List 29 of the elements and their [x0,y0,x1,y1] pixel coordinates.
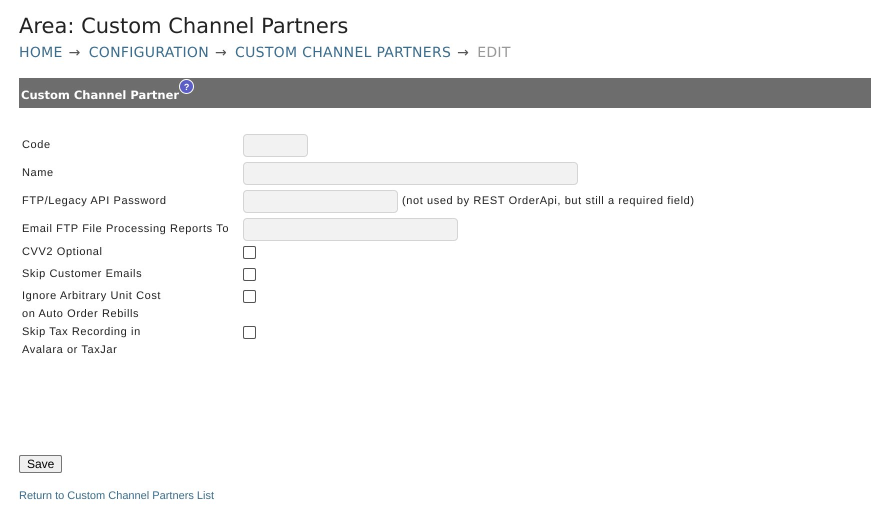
save-button[interactable]: Save [19,455,62,473]
field-label: Skip Customer Emails [22,267,144,282]
field-label: CVV2 Optional [22,245,104,260]
field-label: Code [22,138,52,153]
checkbox[interactable] [243,246,256,259]
field-label: FTP/Legacy API Password [22,194,168,209]
field-label: Skip Tax Recording in Avalara or TaxJar [22,325,142,358]
breadcrumb-link[interactable]: CUSTOM CHANNEL PARTNERS [235,45,452,61]
field-note: (not used by REST OrderApi, but still a required field) [402,195,695,207]
return-link[interactable]: Return to Custom Channel Partners List [19,490,214,502]
checkbox[interactable] [243,268,256,281]
breadcrumb-link[interactable]: CONFIGURATION [88,45,209,61]
field-label: Email FTP File Processing Reports To [22,222,230,237]
input-field[interactable] [243,134,308,156]
input-field[interactable] [243,190,398,212]
checkbox[interactable] [243,326,256,339]
breadcrumb-arrow: → [214,45,228,61]
checkbox[interactable] [243,290,256,303]
field-label: Name [22,166,55,181]
page-title: Area: Custom Channel Partners [19,13,350,40]
panel-title: Custom Channel Partner [21,88,180,102]
current-page-label: EDIT [477,45,511,61]
field-label: Ignore Arbitrary Unit Cost on Auto Order Rebills [22,289,162,322]
breadcrumb-link[interactable]: HOME [19,45,63,61]
breadcrumb-arrow: → [68,45,81,61]
help-icon[interactable]: ? [179,79,194,94]
breadcrumb-arrow: → [457,45,470,61]
input-field[interactable] [243,162,578,184]
input-field[interactable] [243,218,458,240]
